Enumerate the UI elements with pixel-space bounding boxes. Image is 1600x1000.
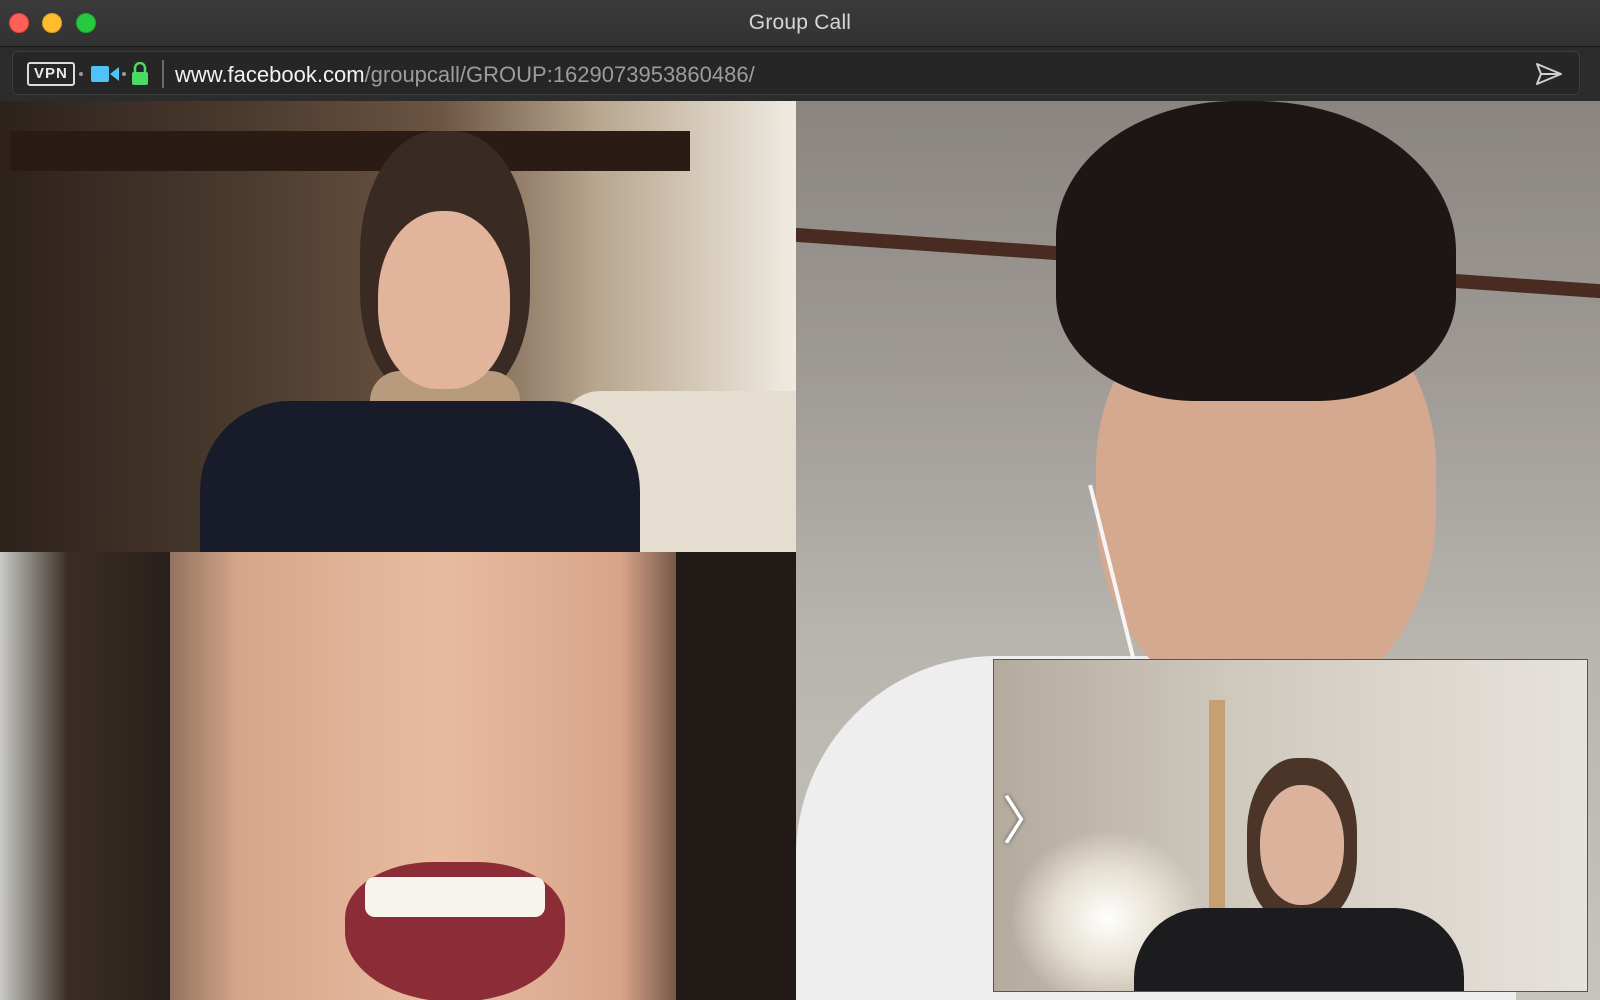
participant-hair-left [0,552,170,1000]
participant-face [1260,785,1344,905]
window-title: Group Call [748,11,852,34]
participant-face [378,211,510,389]
separator-dot [122,72,126,76]
window-titlebar: Group Call [0,0,1600,47]
participant-shirt [1134,908,1464,991]
address-bar-row: VPN www.facebook.com/groupcall/GROUP:162… [0,47,1600,101]
chevron-right-icon[interactable]: 〉 [1002,792,1054,852]
send-arrow-icon[interactable] [1535,62,1563,86]
address-bar[interactable]: VPN www.facebook.com/groupcall/GROUP:162… [12,51,1580,95]
vpn-badge[interactable]: VPN [27,62,75,86]
participant-hair [1056,101,1456,401]
url-domain: www.facebook.com [175,62,365,87]
url-text[interactable]: www.facebook.com/groupcall/GROUP:1629073… [175,62,755,88]
mantel-shelf [10,131,690,171]
participant-teeth [365,877,545,917]
url-separator [162,60,164,88]
video-camera-icon[interactable] [91,65,119,83]
participant-jacket [200,401,640,552]
url-path: /groupcall/GROUP:1629073953860486/ [364,62,755,87]
lock-icon[interactable] [131,62,149,86]
participant-hair-right [676,552,796,1000]
self-view-video[interactable]: 〉 [993,659,1588,992]
separator-dot [79,72,83,76]
participant-video-1[interactable] [0,101,796,552]
participant-video-2[interactable] [0,552,796,1000]
